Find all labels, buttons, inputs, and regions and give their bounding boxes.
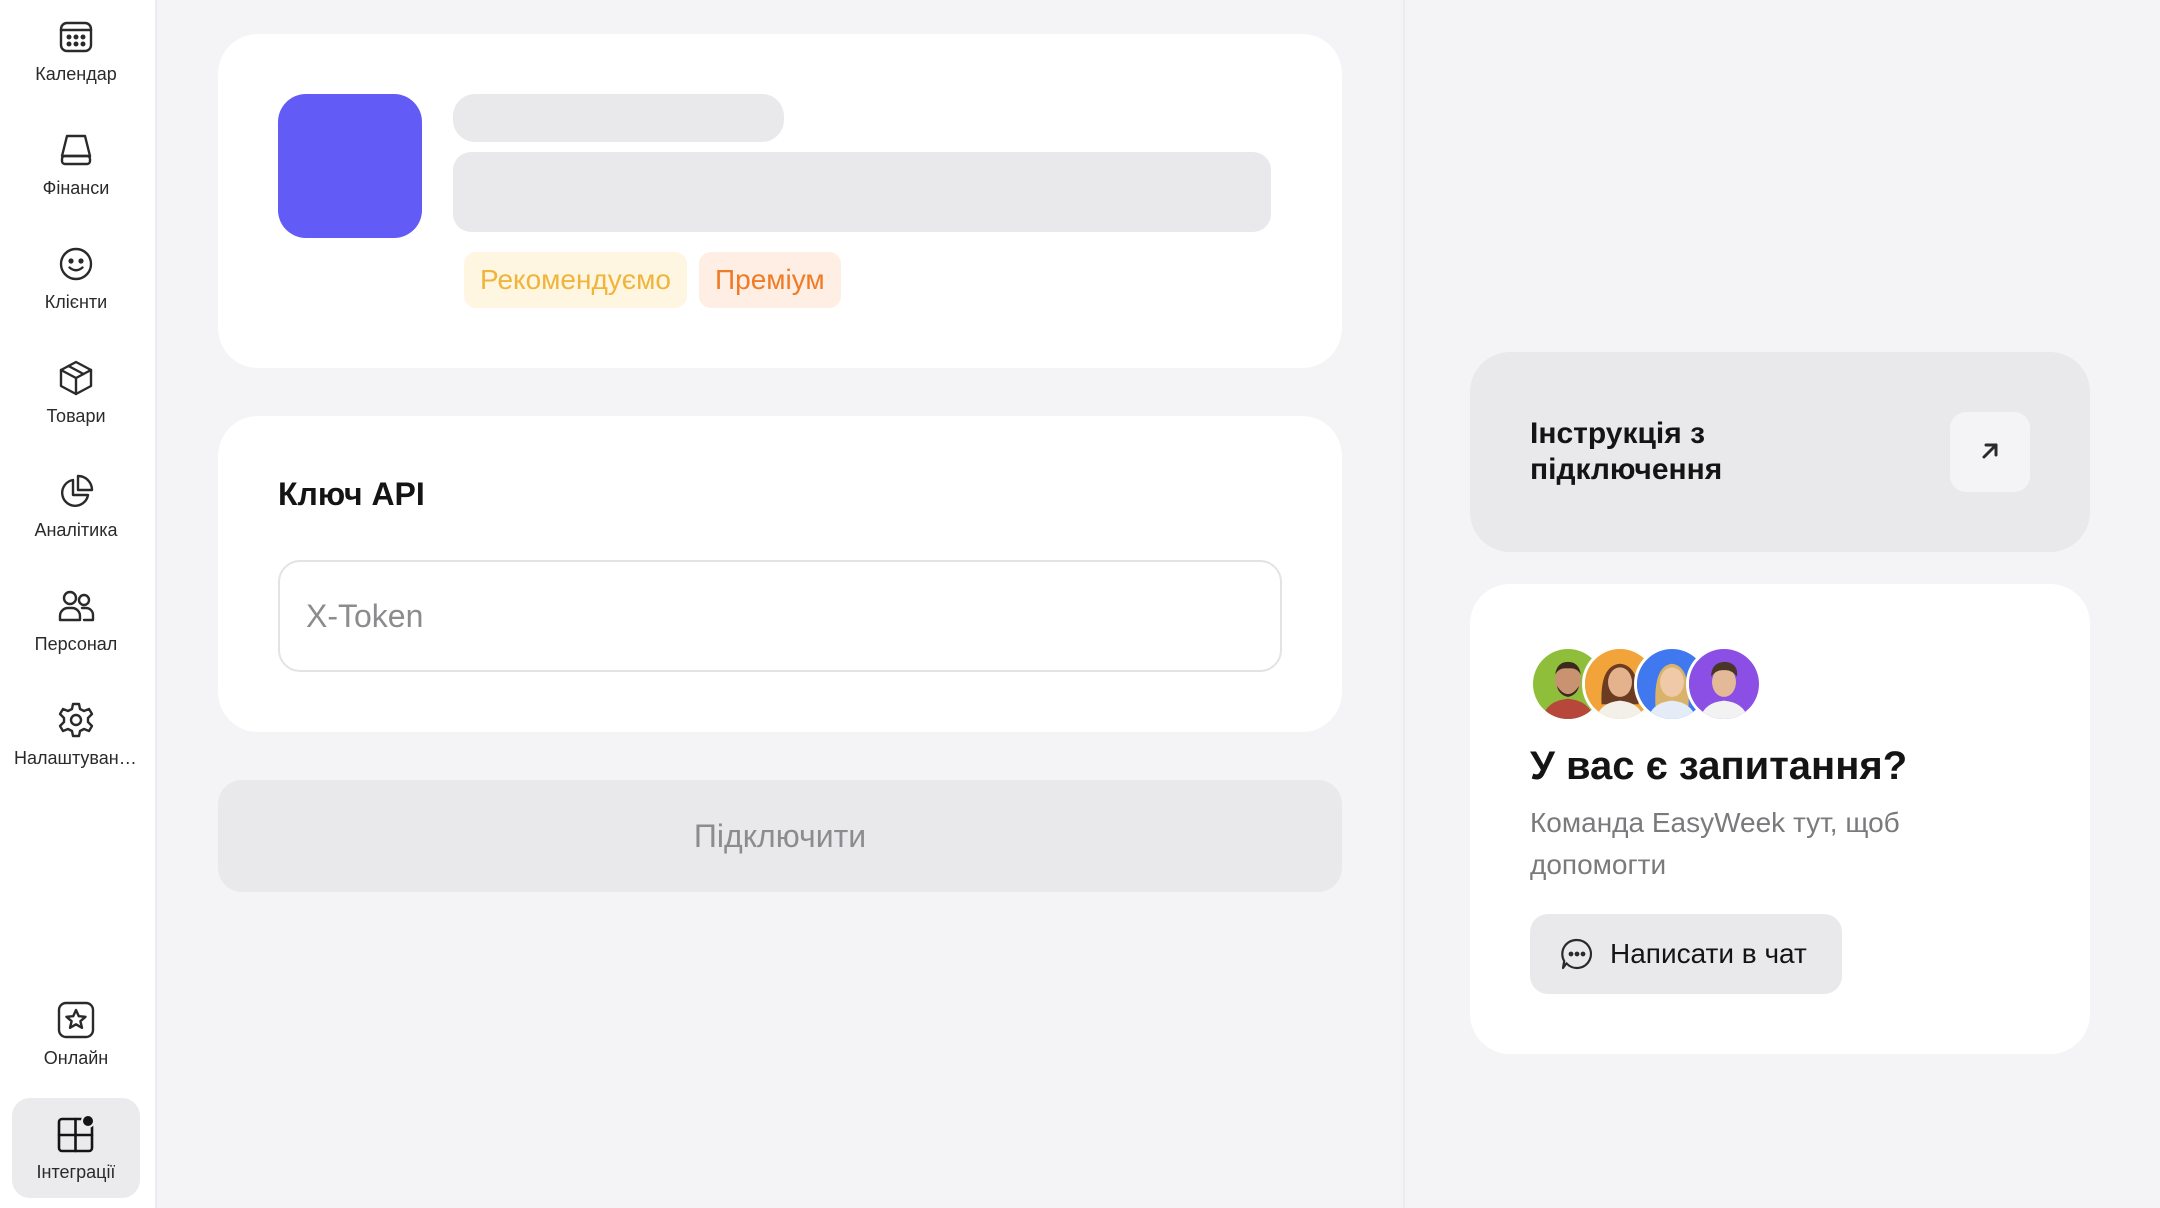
integration-title-placeholder [453, 94, 784, 142]
sidebar-item-label: Клієнти [44, 291, 108, 312]
sidebar-item-calendar[interactable]: Календар [12, 0, 140, 100]
sidebar-item-label: Персонал [34, 633, 118, 654]
support-avatars [1530, 646, 1762, 722]
sidebar-item-online[interactable]: Онлайн [12, 984, 140, 1084]
sidebar-item-integrations[interactable]: Інтеграції [12, 1098, 140, 1198]
api-key-title: Ключ API [278, 476, 425, 512]
sidebar-item-products[interactable]: Товари [12, 342, 140, 442]
star-icon [56, 1000, 96, 1040]
panel-divider [1403, 0, 1405, 1208]
grid-icon [56, 1113, 96, 1154]
help-title: У вас є запитання? [1530, 744, 1908, 788]
chat-bubble-icon [1560, 937, 1594, 971]
sidebar-item-label: Товари [46, 405, 106, 426]
sidebar-item-label: Онлайн [43, 1047, 109, 1068]
sidebar-item-label: Налаштування [14, 747, 138, 768]
sidebar-item-analytics[interactable]: Аналітика [12, 456, 140, 556]
sidebar: Календар Фінанси Клієнти Товари Аналітик… [0, 0, 157, 1208]
api-key-card: Ключ API [218, 416, 1342, 732]
integration-description-placeholder [453, 152, 1271, 232]
arrow-up-right-icon [1976, 437, 2004, 468]
recommended-badge: Рекомендуємо [464, 252, 687, 308]
avatar [1686, 646, 1762, 722]
smiley-icon [56, 244, 96, 284]
instructions-card[interactable]: Інструкція з підключення [1470, 352, 2090, 552]
instructions-text: Інструкція з підключення [1530, 417, 1723, 486]
sidebar-item-label: Календар [35, 63, 117, 84]
sidebar-item-clients[interactable]: Клієнти [12, 228, 140, 328]
pie-chart-icon [56, 472, 96, 512]
calendar-icon [56, 16, 96, 56]
integration-header-card: Рекомендуємо Преміум [218, 34, 1342, 368]
help-card: У вас є запитання? Команда EasyWeek тут,… [1470, 584, 2090, 1054]
sidebar-item-finance[interactable]: Фінанси [12, 114, 140, 214]
gear-icon [56, 700, 96, 740]
sidebar-item-staff[interactable]: Персонал [12, 570, 140, 670]
help-subtitle: Команда EasyWeek тут, щоб допомогти [1530, 807, 1900, 880]
finance-icon [56, 130, 96, 170]
app-root: Календар Фінанси Клієнти Товари Аналітик… [0, 0, 2160, 1208]
chat-button-label: Написати в чат [1610, 938, 1807, 969]
users-icon [56, 586, 96, 626]
sidebar-item-label: Інтеграції [36, 1161, 116, 1182]
sidebar-item-settings[interactable]: Налаштування [12, 684, 140, 784]
api-token-input[interactable] [278, 560, 1282, 672]
connect-button[interactable]: Підключити [218, 780, 1342, 892]
premium-badge: Преміум [699, 252, 841, 308]
box-icon [56, 358, 96, 398]
sidebar-item-label: Фінанси [42, 177, 110, 198]
open-instructions-button[interactable] [1950, 412, 2030, 492]
sidebar-item-label: Аналітика [34, 519, 118, 540]
integration-logo [278, 94, 422, 238]
write-to-chat-button[interactable]: Написати в чат [1530, 914, 1842, 994]
